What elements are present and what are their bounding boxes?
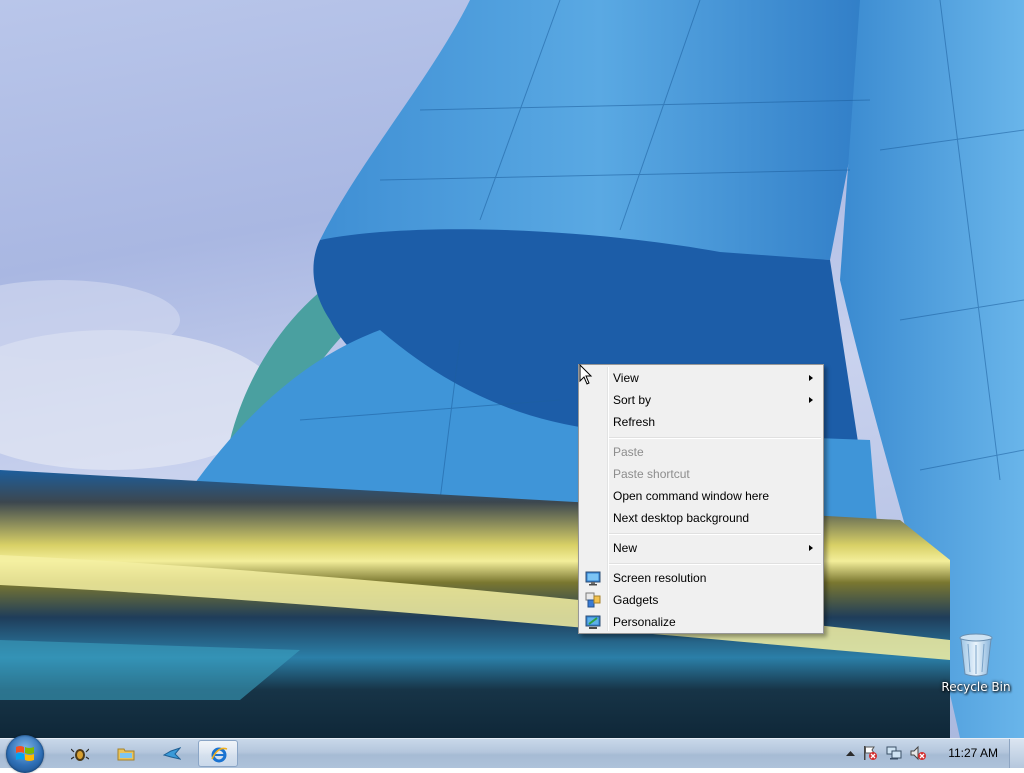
mouse-cursor-icon	[579, 364, 593, 385]
menu-item-label: Screen resolution	[613, 571, 707, 585]
wallpaper	[0, 0, 1024, 738]
submenu-arrow-icon	[809, 375, 813, 381]
menu-item-label: Gadgets	[613, 593, 659, 607]
menu-item-paste[interactable]: Paste	[581, 441, 821, 463]
personalize-icon	[585, 615, 601, 629]
submenu-arrow-icon	[809, 545, 813, 551]
menu-item-paste-shortcut[interactable]: Paste shortcut	[581, 463, 821, 485]
start-button[interactable]	[6, 735, 44, 773]
internet-explorer-icon	[211, 747, 228, 763]
network-icon[interactable]	[886, 745, 902, 761]
menu-item-screen-resolution[interactable]: Screen resolution	[581, 567, 821, 589]
folder-icon	[117, 748, 135, 761]
taskbar-pinned-app[interactable]	[60, 740, 100, 767]
menu-item-personalize[interactable]: Personalize	[581, 611, 821, 633]
recycle-bin-icon	[959, 633, 993, 677]
submenu-arrow-icon	[809, 397, 813, 403]
menu-item-new[interactable]: New	[581, 537, 821, 559]
menu-item-label: Refresh	[613, 415, 656, 429]
menu-separator	[609, 437, 821, 439]
menu-item-gadgets[interactable]: Gadgets	[581, 589, 821, 611]
action-center-flag-icon[interactable]	[862, 745, 878, 761]
recycle-bin-label: Recycle Bin	[941, 680, 1011, 694]
recycle-bin[interactable]: Recycle Bin	[940, 632, 1012, 694]
menu-item-sort-by[interactable]: Sort by	[581, 389, 821, 411]
menu-separator	[609, 563, 821, 565]
menu-item-label: Sort by	[613, 393, 652, 407]
volume-muted-icon[interactable]	[910, 745, 926, 761]
menu-item-label: New	[613, 541, 638, 555]
menu-item-label: Open command window here	[613, 489, 770, 503]
menu-separator	[609, 533, 821, 535]
menu-item-next-desktop-background[interactable]: Next desktop background	[581, 507, 821, 529]
taskbar-pinned-app[interactable]	[152, 740, 192, 767]
taskbar-clock[interactable]: 11:27 AM	[948, 746, 998, 760]
windows-logo-icon	[16, 746, 34, 761]
menu-item-open-command-window[interactable]: Open command window here	[581, 485, 821, 507]
menu-item-label: Paste	[613, 445, 644, 459]
monitor-icon	[585, 571, 601, 586]
bug-icon	[71, 748, 89, 761]
menu-item-label: Personalize	[613, 615, 676, 629]
taskbar: 11:27 AM	[0, 735, 1024, 773]
desktop-context-menu: View Sort by Refresh Paste Paste shortcu…	[578, 364, 824, 634]
menu-item-label: View	[613, 371, 639, 385]
menu-item-view[interactable]: View	[581, 367, 821, 389]
taskbar-pinned-app[interactable]	[106, 740, 146, 767]
gadgets-icon	[585, 592, 601, 608]
menu-item-refresh[interactable]: Refresh	[581, 411, 821, 433]
desktop[interactable]: Recycle Bin View Sort by Refresh Paste P…	[0, 0, 1024, 738]
menu-item-label: Next desktop background	[613, 511, 750, 525]
menu-item-label: Paste shortcut	[613, 467, 690, 481]
taskbar-pinned-app[interactable]	[198, 740, 238, 767]
show-desktop-button[interactable]	[1009, 739, 1024, 768]
show-hidden-icons-chevron[interactable]	[846, 750, 855, 756]
bird-icon	[163, 747, 181, 760]
